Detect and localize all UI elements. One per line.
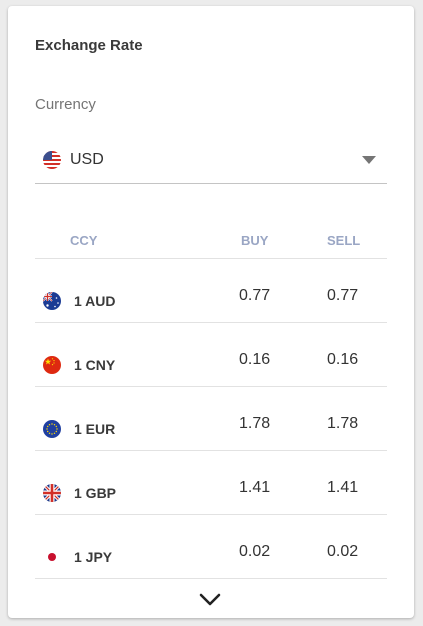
currency-code: 1 AUD [74, 293, 116, 309]
dropdown-caret-icon[interactable] [361, 155, 377, 165]
table-row: 1 JPY 0.02 0.02 [35, 515, 387, 579]
uk-flag-icon [43, 484, 61, 502]
exchange-rate-table: CCY BUY SELL 1 AUD 0.77 0.77 1 CNY 0.16 … [35, 228, 387, 579]
currency-value: USD [70, 151, 104, 168]
currency-code: 1 CNY [74, 357, 116, 373]
sell-rate: 0.02 [327, 543, 359, 560]
buy-rate: 1.41 [239, 479, 271, 496]
buy-rate: 0.16 [239, 351, 271, 368]
buy-rate: 0.77 [239, 287, 271, 304]
table-header: CCY BUY SELL [35, 228, 387, 259]
card-title: Exchange Rate [35, 37, 143, 54]
table-row: 1 EUR 1.78 1.78 [35, 387, 387, 451]
column-header-ccy: CCY [70, 233, 98, 248]
currency-select[interactable]: USD [35, 146, 387, 184]
column-header-sell: SELL [327, 233, 361, 248]
china-flag-icon [43, 356, 61, 374]
japan-flag-icon [43, 548, 61, 566]
table-row: 1 AUD 0.77 0.77 [35, 259, 387, 323]
currency-label: Currency [35, 96, 96, 113]
buy-rate: 0.02 [239, 543, 271, 560]
currency-code: 1 EUR [74, 421, 116, 437]
currency-code: 1 JPY [74, 549, 113, 565]
sell-rate: 1.78 [327, 415, 359, 432]
australia-flag-icon [43, 292, 61, 310]
currency-code: 1 GBP [74, 485, 117, 501]
eu-flag-icon [43, 420, 61, 438]
chevron-down-icon[interactable] [197, 590, 223, 610]
buy-rate: 1.78 [239, 415, 271, 432]
sell-rate: 1.41 [327, 479, 359, 496]
sell-rate: 0.16 [327, 351, 359, 368]
table-row: 1 CNY 0.16 0.16 [35, 323, 387, 387]
column-header-buy: BUY [241, 233, 269, 248]
us-flag-icon [43, 151, 61, 169]
exchange-rate-card: Exchange Rate Currency USD CCY BUY SELL [8, 6, 414, 618]
table-row: 1 GBP 1.41 1.41 [35, 451, 387, 515]
sell-rate: 0.77 [327, 287, 359, 304]
